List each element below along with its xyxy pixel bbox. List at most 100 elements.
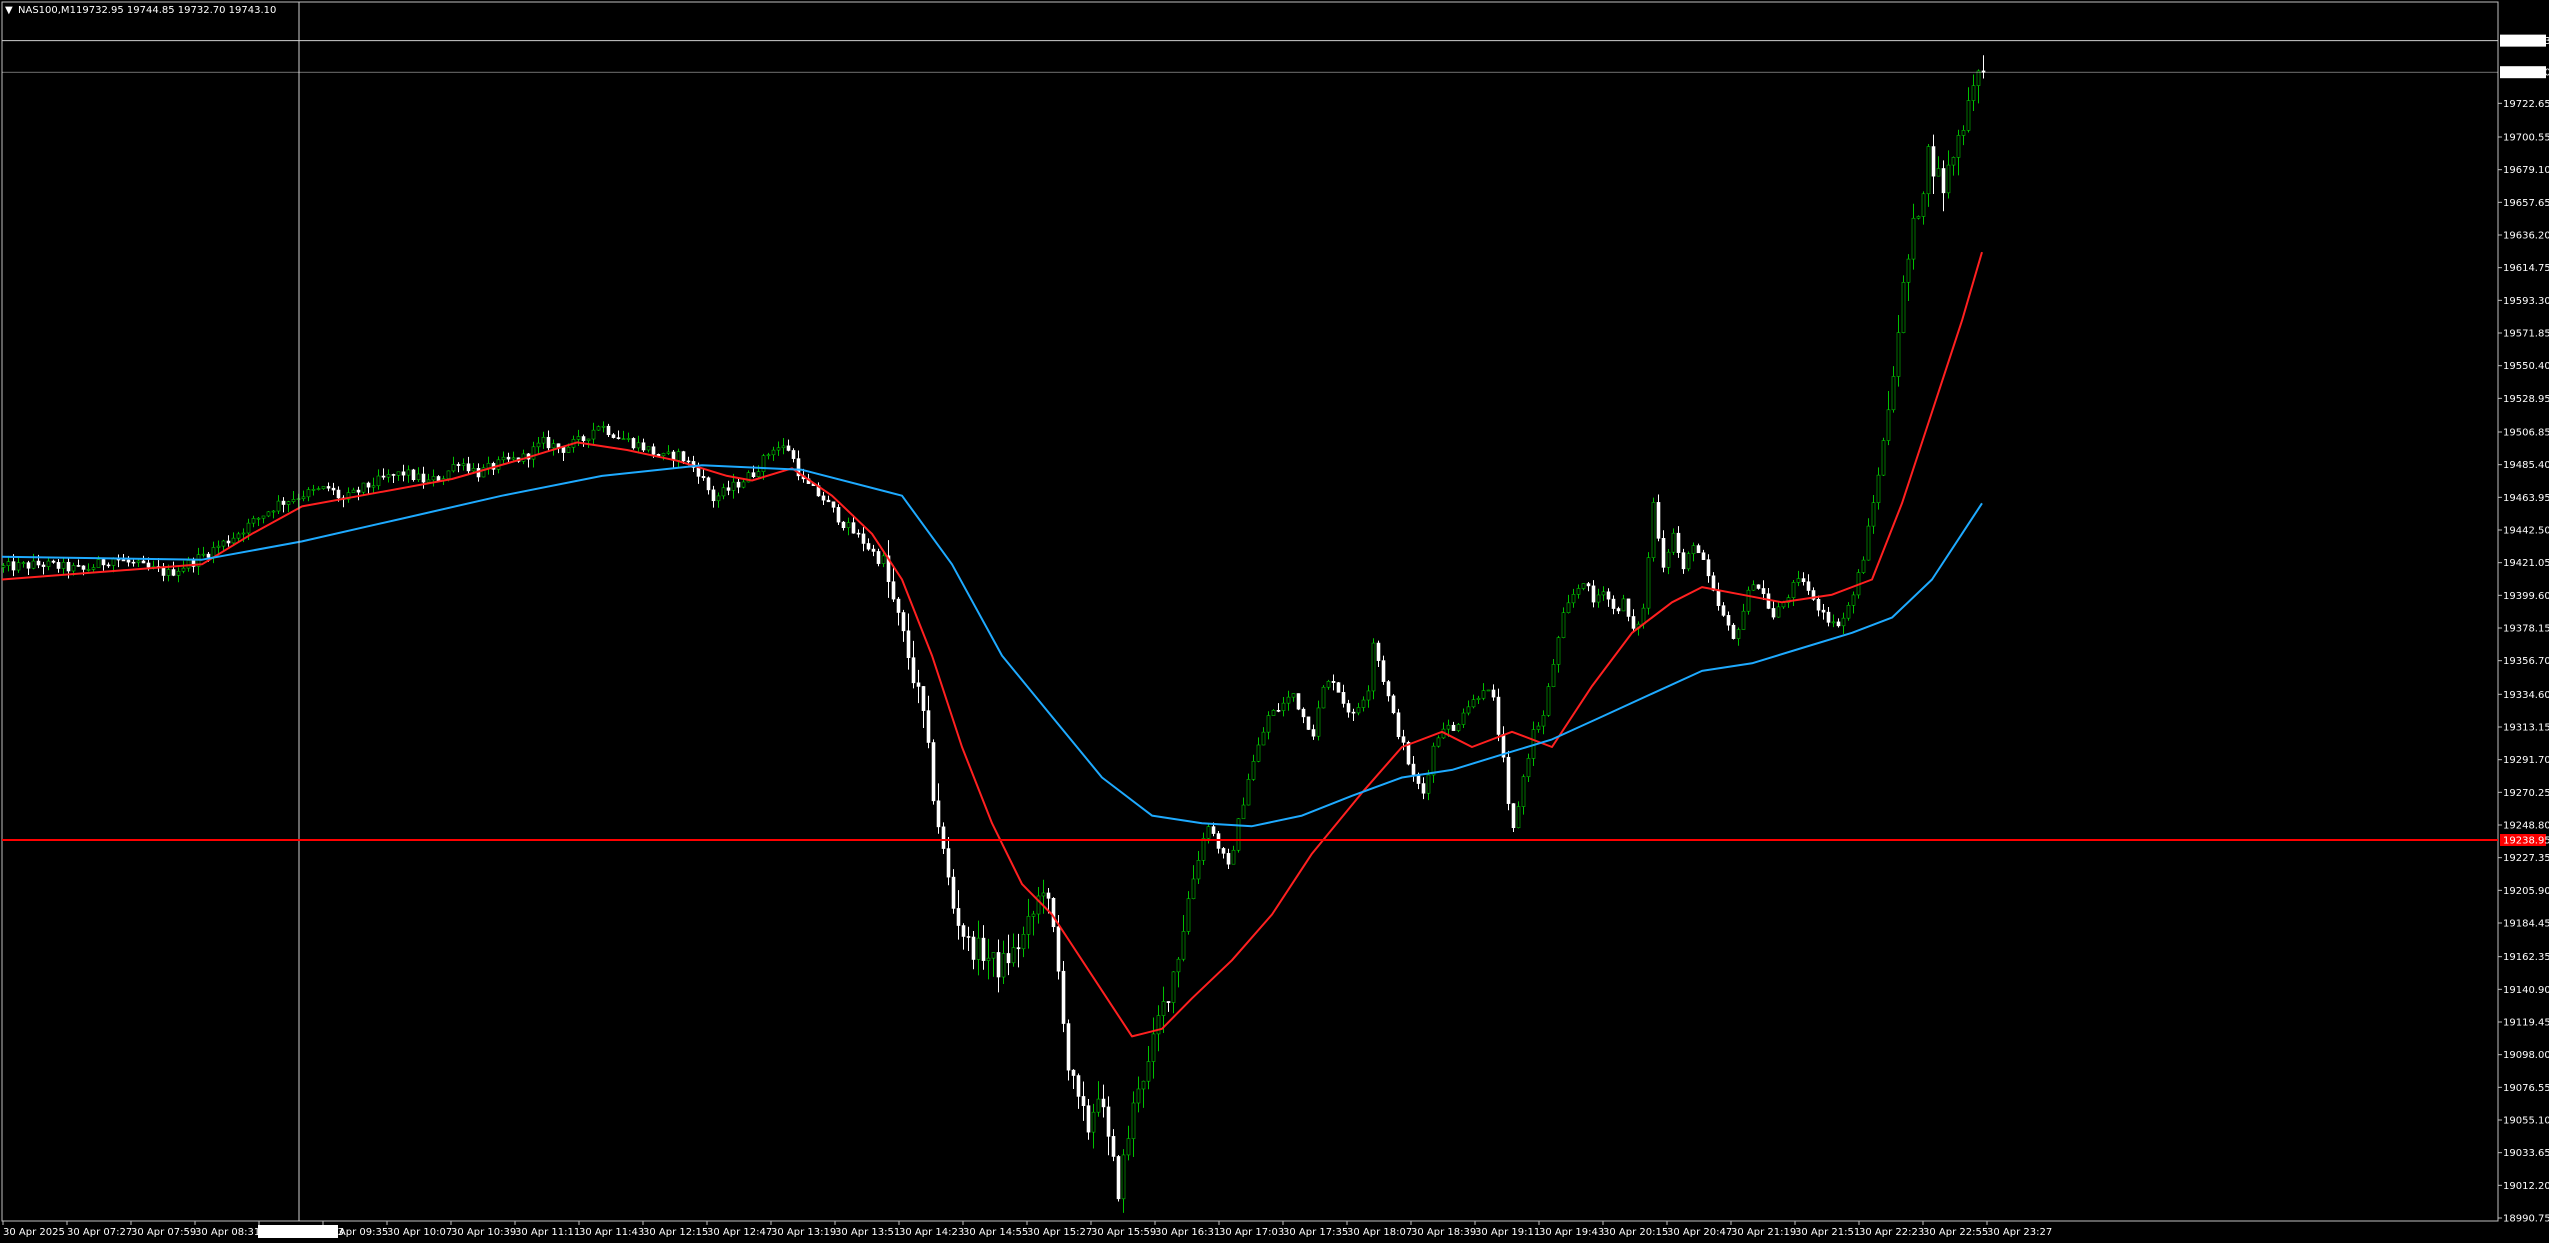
x-tick-label: 30 Apr 14:55 [963,1227,1028,1238]
candle-body [1891,376,1896,411]
candle-body [981,937,986,961]
chart-menu-arrow-icon[interactable]: ▼ [5,5,13,16]
candle-body [416,473,421,481]
candle-body [936,800,941,828]
candle-body [106,564,111,567]
candle-body [1801,578,1806,583]
candle-body [1606,591,1611,600]
candle-body [1131,1102,1136,1139]
candle-body [1401,736,1406,743]
candle-body [1236,818,1241,851]
candle-body [166,569,171,576]
candle-body [1146,1061,1151,1082]
candle-body [751,472,756,477]
candle-body [991,952,996,959]
candle-body [1106,1106,1111,1137]
candle-body [1066,1023,1071,1071]
y-tick-label: 19463.95 [2503,493,2549,504]
candle-body [711,489,716,502]
candle-body [1281,702,1286,711]
candle-body [1751,584,1756,591]
candle-body [1611,598,1616,609]
candle-body [121,559,126,562]
candle-body [171,569,176,576]
candle [1901,275,1906,334]
y-tick-label: 19722.65 [2503,99,2549,110]
candle [1546,683,1551,717]
candle-body [1781,602,1786,608]
candle-body [1086,1105,1091,1133]
candle-body [1246,779,1251,806]
candle-body [1966,100,1971,131]
candle-body [626,438,631,440]
y-tick-label: 19248.80 [2503,820,2549,831]
candle [1116,1154,1121,1202]
candle-body [351,489,356,493]
candle [1456,722,1461,733]
candle-body [786,445,791,451]
candle-body [1196,860,1201,880]
candle-body [581,436,586,441]
candle-body [616,437,621,439]
candle-body [1436,737,1441,747]
candle-body [1626,598,1631,617]
candle-body [1671,532,1676,553]
candle-body [1861,559,1866,573]
candle-body [1046,892,1051,899]
candle-body [771,449,776,456]
chart-title: ▼ NAS100,M1 19732.95 19744.85 19732.70 1… [5,5,276,16]
candle-body [1821,609,1826,613]
candle-body [681,451,686,462]
candle-body [996,952,1001,978]
candle-body [721,487,726,497]
candle-body [1251,761,1256,780]
candle-body [1261,731,1266,746]
candle-body [1231,849,1236,865]
candle-body [1466,706,1471,714]
candle-body [1061,970,1066,1024]
candle-body [1221,848,1226,854]
candle-body [1456,724,1461,731]
candle-body [431,476,436,481]
candle-body [966,936,971,938]
candle-body [1451,724,1456,731]
candle-body [241,532,246,535]
y-tick-label: 19700.55 [2503,132,2549,143]
candle-body [741,481,746,488]
candle-body [1746,589,1751,612]
y-tick-label: 19313.15 [2503,722,2549,733]
candle-body [1766,593,1771,609]
candle-body [1241,804,1246,820]
candle-body [1641,607,1646,625]
candle-body [176,570,181,576]
candle-body [1141,1080,1146,1090]
candle-body [1976,70,1981,86]
candle [1486,689,1491,692]
candle-body [1176,958,1181,973]
candle-body [576,436,581,440]
candle-body [256,517,261,520]
candle-body [446,470,451,479]
candle [1061,960,1066,1033]
y-tick-label: 19270.25 [2503,788,2549,799]
candle-body [1866,525,1871,561]
candle-body [1396,712,1401,737]
x-tick-label: 30 Apr 2025 [3,1227,65,1238]
candle-body [821,495,826,501]
candle-body [1896,332,1901,377]
candle-body [881,555,886,564]
x-tick-label: 30 Apr 18:07 [1347,1227,1412,1238]
candle-body [1696,545,1701,554]
candle-body [506,456,511,460]
candle-body [471,468,476,472]
candle-body [851,522,856,534]
candle-body [1156,1015,1161,1035]
y-tick-label: 19636.20 [2503,231,2549,242]
candle-body [1886,409,1891,441]
candle-body [1211,826,1216,834]
candle [1881,437,1886,476]
price-chart[interactable]: 19722.65 19700.55 19679.10 19657.65 19636.20… [0,0,2549,1243]
candle-body [1771,608,1776,618]
candle-body [1946,164,1951,194]
candle-body [1446,724,1451,730]
